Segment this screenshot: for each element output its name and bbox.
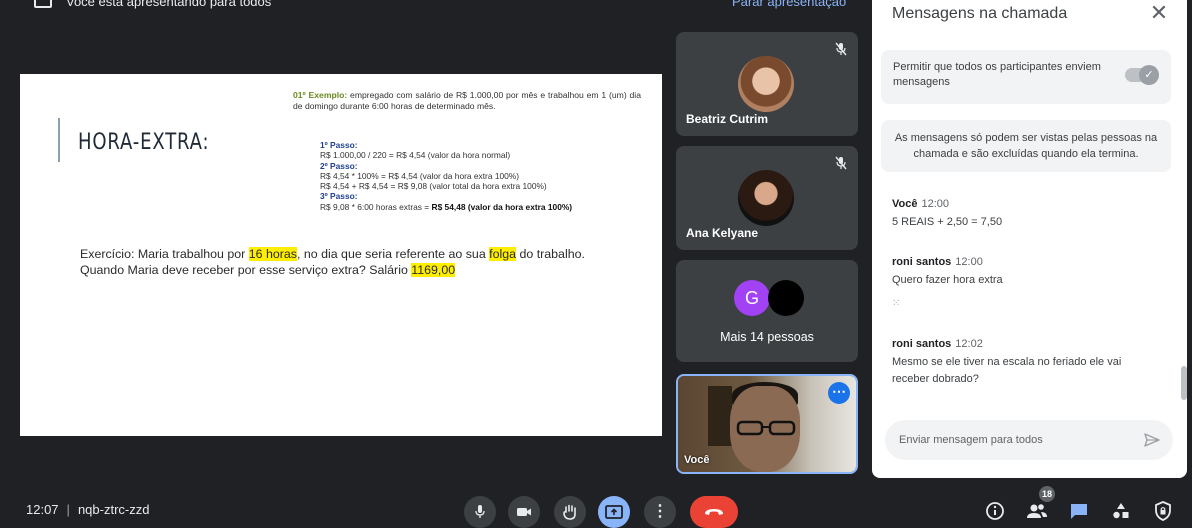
exercise-highlight-folga: folga (489, 247, 517, 261)
mic-off-icon (835, 156, 847, 170)
host-controls-button[interactable] (1150, 498, 1176, 524)
step3-title: 3º Passo: (320, 191, 358, 202)
more-people-label: Mais 14 pessoas (720, 330, 814, 344)
more-people-tile[interactable]: G Mais 14 pessoas (676, 260, 858, 362)
info-icon (986, 502, 1004, 520)
present-screen-icon (605, 505, 623, 519)
activities-button[interactable] (1108, 498, 1134, 524)
step2-line1: R$ 4,54 * 100% = R$ 4,54 (valor da hora … (320, 170, 520, 181)
meeting-details-button[interactable] (982, 498, 1008, 524)
microphone-icon (475, 505, 485, 518)
chat-scrollbar[interactable] (1181, 366, 1187, 400)
avatar (768, 280, 804, 316)
activities-icon (1113, 503, 1129, 519)
message-text: Quero fazer hora extra (892, 274, 1003, 286)
participant-tile-ana[interactable]: Ana Kelyane (676, 146, 858, 250)
slide-example: 01º Exemplo: empregado com salário de R$… (293, 90, 641, 112)
step3-text: R$ 9,08 * 6:00 horas extras = (320, 201, 432, 212)
self-video-tile[interactable]: ⋯ Você (676, 374, 858, 474)
message-text: receber dobrado? (892, 373, 979, 385)
chat-title: Mensagens na chamada (892, 5, 1068, 22)
slide-steps: 1º Passo: R$ 1.000,00 / 220 = R$ 4,54 (v… (320, 140, 650, 212)
more-vert-icon[interactable]: ⋯ (828, 382, 850, 404)
exercise-part2: , no dia que seria referente ao sua (296, 247, 490, 261)
exercise-highlight-salary: 1169,00 (411, 263, 456, 277)
chat-button[interactable] (1066, 498, 1092, 524)
more-vert-icon: ⋮ (652, 503, 668, 520)
present-screen-button[interactable] (598, 496, 630, 528)
more-options-button[interactable]: ⋮ (644, 496, 676, 528)
people-count-badge: 18 (1039, 486, 1055, 502)
exercise-highlight-hours: 16 horas (248, 247, 297, 261)
message-sender: roni santos (892, 256, 952, 268)
chat-icon (1071, 504, 1087, 519)
avatar (738, 170, 794, 226)
message-sender: Você (892, 198, 918, 210)
presentation-banner: Você está apresentando para todos Parar … (0, 0, 860, 12)
stop-presenting-button[interactable]: Parar apresentação (732, 0, 846, 9)
check-icon: ✓ (1139, 65, 1159, 85)
raise-hand-button[interactable] (554, 496, 586, 528)
bookshelf (708, 386, 732, 446)
chat-message-input[interactable] (885, 420, 1125, 460)
mic-off-icon (835, 42, 847, 56)
step3-result: R$ 54,48 (valor da hora extra 100%) (431, 201, 573, 212)
exercise-part1: Exercício: Maria trabalhou por (80, 247, 249, 261)
step1-title: 1º Passo: (320, 140, 358, 150)
current-time: 12:07 (26, 502, 59, 517)
message-time: 12:00 (921, 198, 950, 210)
chat-info-notice: As mensagens só podem ser vistas pelas p… (881, 120, 1171, 172)
step1-line: R$ 1.000,00 / 220 = R$ 4,54 (valor da ho… (320, 150, 511, 161)
meeting-code: nqb-ztrc-zzd (77, 502, 150, 517)
step2-title: 2º Passo: (320, 160, 358, 171)
hangup-icon (705, 509, 723, 515)
chat-message: roni santos 12:02 Mesmo se ele tiver na e… (892, 334, 1162, 388)
self-label: Você (684, 454, 710, 466)
people-icon (1027, 504, 1047, 518)
setting-label: Permitir que todos os participantes envi… (893, 61, 1101, 88)
example-label: 01º Exemplo: (293, 90, 348, 100)
message-text: Mesmo se ele tiver na escala no feriado … (892, 356, 1122, 368)
meeting-info: 12:07 | nqb-ztrc-zzd (26, 502, 149, 517)
separator: | (66, 502, 70, 517)
avatar: G (734, 280, 770, 316)
presented-slide: HORA-EXTRA: 01º Exemplo: empregado com s… (20, 74, 662, 436)
avatar (738, 56, 794, 112)
microphone-button[interactable] (464, 496, 496, 528)
participant-name: Ana Kelyane (686, 226, 759, 240)
participant-name: Beatriz Cutrim (686, 112, 769, 126)
step3-line: R$ 9,08 * 6:00 horas extras = R$ 54,48 (… (320, 202, 650, 212)
more-people-avatars: G (734, 280, 814, 318)
leave-call-button[interactable] (690, 496, 738, 528)
message-time: 12:02 (955, 338, 983, 350)
chat-message: Você 12:00 5 REAIS + 2,50 = 7,50 (892, 194, 1162, 231)
camera-button[interactable] (508, 496, 540, 528)
chat-input-container (885, 420, 1173, 460)
glasses (736, 420, 796, 436)
allow-messages-toggle[interactable]: ✓ (1125, 65, 1159, 85)
step2-line2: R$ 4,54 + R$ 4,54 = R$ 9,08 (valor total… (320, 181, 547, 192)
participant-tile-beatriz[interactable]: Beatriz Cutrim (676, 32, 858, 136)
slide-exercise: Exercício: Maria trabalhou por 16 horas,… (80, 246, 620, 278)
send-icon[interactable] (1143, 431, 1161, 449)
camera-icon (517, 508, 531, 516)
message-time: 12:00 (955, 256, 983, 268)
slide-title: HORA-EXTRA: (78, 130, 210, 155)
close-icon[interactable]: ✕ (1147, 2, 1171, 26)
chat-permission-setting: Permitir que todos os participantes envi… (881, 50, 1171, 104)
present-icon (34, 0, 52, 8)
title-accent-bar (58, 118, 60, 162)
shield-lock-icon (1155, 501, 1171, 521)
message-text: ⁙ (892, 298, 901, 309)
message-sender: roni santos (892, 338, 952, 350)
chat-panel: Mensagens na chamada ✕ Permitir que todo… (872, 0, 1187, 478)
hand-icon (563, 504, 576, 520)
banner-text: Você está apresentando para todos (66, 0, 272, 9)
chat-message: roni santos 12:00 Quero fazer hora extra … (892, 252, 1162, 312)
message-text: 5 REAIS + 2,50 = 7,50 (892, 216, 1003, 228)
bottom-control-bar: 12:07 | nqb-ztrc-zzd ⋮ (0, 488, 1192, 528)
